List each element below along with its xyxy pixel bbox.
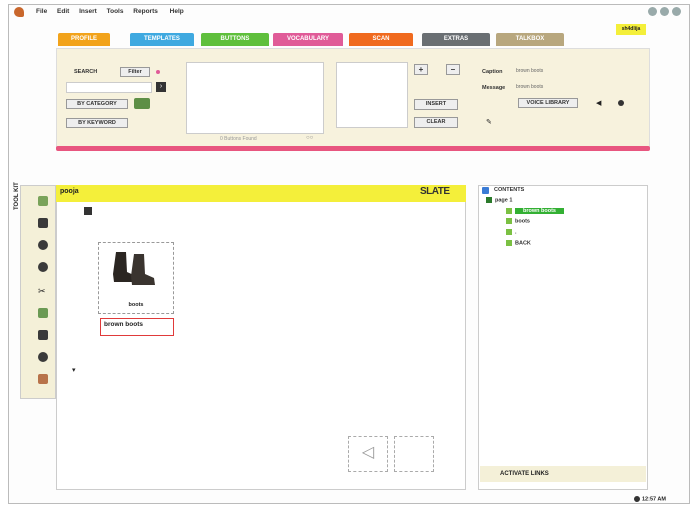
filter-indicator-icon <box>156 70 160 74</box>
contents-panel <box>478 185 648 490</box>
menu-reports[interactable]: Reports <box>133 8 158 15</box>
minimize-icon[interactable] <box>648 7 657 16</box>
cursor-icon: ▾ <box>72 367 76 374</box>
slate-header <box>56 185 466 202</box>
vocab-button-label-field[interactable]: brown boots <box>100 318 174 336</box>
slate-marker-icon <box>84 207 92 215</box>
message-field[interactable]: brown boots <box>516 84 543 90</box>
menu-tools[interactable]: Tools <box>107 8 124 15</box>
record-icon[interactable] <box>618 100 624 106</box>
taskbar-clock: 12:57 AM <box>634 496 666 502</box>
toolkit-tool-7-icon[interactable] <box>38 330 48 340</box>
clock-time: 12:57 AM <box>642 496 666 503</box>
content-item-1[interactable]: brown boots <box>506 208 564 215</box>
content-item-label: brown boots <box>515 208 564 215</box>
caption-field[interactable]: brown boots <box>516 68 543 74</box>
toolkit-tool-4-icon[interactable] <box>38 262 48 272</box>
remove-button[interactable]: – <box>446 64 460 75</box>
content-item-2[interactable]: boots <box>506 218 530 224</box>
contents-title: CONTENTS <box>494 187 525 193</box>
toolkit-tool-1-icon[interactable] <box>38 196 48 206</box>
item-icon <box>506 229 512 235</box>
boots-image <box>113 252 155 285</box>
tab-vocabulary[interactable]: VOCABULARY <box>273 33 343 46</box>
user-badge: sh4dlija <box>616 24 646 35</box>
toolkit-tool-8-icon[interactable] <box>38 352 48 362</box>
menu-bar: File Edit Insert Tools Reports Help <box>36 8 184 20</box>
maximize-icon[interactable] <box>660 7 669 16</box>
message-label: Message <box>482 85 506 91</box>
menu-file[interactable]: File <box>36 8 47 15</box>
toolkit-tool-2-icon[interactable] <box>38 218 48 228</box>
voice-library-button[interactable]: VOICE LIBRARY <box>518 98 578 108</box>
search-go-icon[interactable]: › <box>156 82 166 92</box>
content-item-3[interactable]: . <box>506 229 517 235</box>
menu-edit[interactable]: Edit <box>57 8 69 15</box>
clear-button[interactable]: CLEAR <box>414 117 458 128</box>
slate-title: pooja <box>60 188 79 195</box>
add-button[interactable]: + <box>414 64 428 75</box>
tab-talkbox[interactable]: TALKBOX <box>496 33 564 46</box>
close-icon[interactable] <box>672 7 681 16</box>
filter-button[interactable]: Filter <box>120 67 150 77</box>
search-label: SEARCH <box>74 69 98 75</box>
app-logo-icon <box>14 7 24 17</box>
tab-profile[interactable]: PROFILE <box>58 33 110 46</box>
content-item-4[interactable]: BACK <box>506 240 531 246</box>
tab-scan[interactable]: SCAN <box>349 33 413 46</box>
menu-help[interactable]: Help <box>170 8 184 15</box>
toolkit-tool-6-icon[interactable] <box>38 308 48 318</box>
tab-buttons[interactable]: BUTTONS <box>201 33 269 46</box>
toolkit-tool-9-icon[interactable] <box>38 374 48 384</box>
content-item-label: boots <box>515 218 530 225</box>
toolkit-tool-5-icon[interactable]: ✂ <box>38 286 48 296</box>
vocab-button-caption: boots <box>128 302 144 308</box>
results-hint: 0 Buttons Found <box>220 136 257 142</box>
content-item-label: . <box>515 229 517 236</box>
page-label: page 1 <box>495 197 513 204</box>
contents-icon <box>482 187 489 194</box>
tab-extras[interactable]: EXTRAS <box>422 33 490 46</box>
tab-templates[interactable]: TEMPLATES <box>130 33 194 46</box>
toolkit-tool-3-icon[interactable] <box>38 240 48 250</box>
slate-logo: SLATE <box>420 186 450 197</box>
page-node[interactable]: page 1 <box>486 197 512 203</box>
item-icon <box>506 240 512 246</box>
preview-box <box>336 62 408 128</box>
search-input[interactable] <box>66 82 152 93</box>
clock-icon <box>634 496 640 502</box>
item-icon <box>506 218 512 224</box>
by-keyword-button[interactable]: BY KEYWORD <box>66 118 128 128</box>
play-icon[interactable]: ◀ <box>596 99 601 107</box>
caption-label: Caption <box>482 69 503 75</box>
back-nav-button[interactable]: ◁ <box>348 436 388 472</box>
activate-links-button[interactable]: ACTIVATE LINKS <box>480 466 646 482</box>
next-nav-button[interactable] <box>394 436 434 472</box>
by-category-button[interactable]: BY CATEGORY <box>66 99 128 109</box>
pager-icon[interactable]: ○○ <box>306 135 320 141</box>
panel-accent-bar <box>56 146 650 151</box>
insert-button[interactable]: INSERT <box>414 99 458 110</box>
item-icon <box>506 208 512 214</box>
content-item-label: BACK <box>515 240 531 247</box>
speaker-icon[interactable]: ✎ <box>486 118 492 126</box>
page-icon <box>486 197 492 203</box>
toolkit-label: TOOL KIT <box>14 182 20 210</box>
menu-insert[interactable]: Insert <box>79 8 97 15</box>
search-results-list[interactable] <box>186 62 324 134</box>
category-icon <box>134 98 150 109</box>
